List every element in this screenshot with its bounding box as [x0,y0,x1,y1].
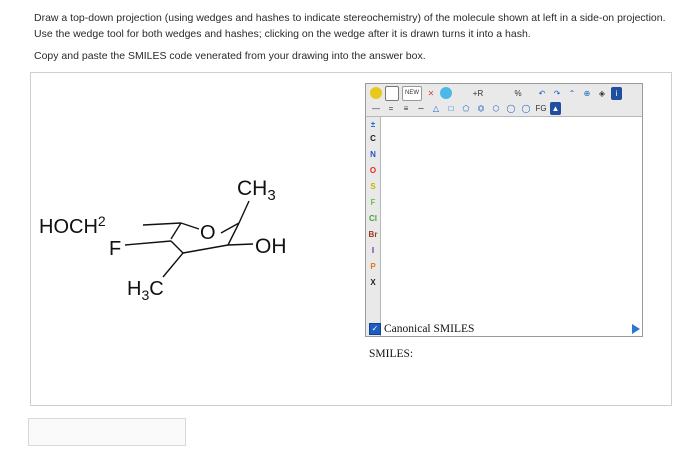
label-ch3: CH3 [237,177,276,204]
label-hoch2: HOCH2 [39,213,106,238]
chain-icon[interactable]: ⌃ [566,87,578,100]
single-bond-icon[interactable]: — [370,102,382,115]
bond-c1-o [180,222,200,230]
hexagon-ring-icon[interactable]: ⬡ [490,102,502,115]
new-button[interactable]: NEW [402,85,422,101]
zoom-icon[interactable]: ⊕ [581,87,593,100]
molecule-bonds [124,200,254,278]
atom-button-f[interactable]: F [368,197,378,209]
stereo-icon[interactable]: ▲ [550,101,561,115]
instructions-line-1: Draw a top-down projection (using wedges… [34,12,666,40]
smiley-icon[interactable] [370,87,382,99]
chain-bond-icon[interactable]: ∼ [415,102,427,115]
toolbar-row-1: NEW ✕ +R % ↶ ↷ ⌃ ⊕ ◈ i [370,85,622,101]
canonical-smiles-option[interactable]: ✓ Canonical SMILES [369,323,474,335]
atom-button-c[interactable]: C [368,133,378,145]
bond-c3-h3c [162,252,184,278]
charge-icon[interactable]: ± [368,119,378,131]
pentagon-ring-icon[interactable]: ⬠ [460,102,472,115]
work-area: CH3 HOCH2 F O OH H3C NEW ✕ +R % ↶ ↷ ⌃ ⊕ [30,72,672,406]
scroll-right-icon[interactable] [632,324,640,334]
atom-button-x[interactable]: X [368,277,378,289]
bond-c4-ch3 [238,200,250,224]
atom-button-cl[interactable]: Cl [368,213,378,225]
answer-box[interactable] [28,418,186,446]
label-ring-oxygen: O [200,222,216,244]
atom-button-s[interactable]: S [368,181,378,193]
clear-icon[interactable] [385,85,399,101]
label-h3c: H3C [127,278,164,303]
template-icon[interactable]: ◈ [596,87,608,100]
atom-button-br[interactable]: Br [368,229,378,241]
percent-button[interactable]: % [512,87,524,100]
editor-top-toolbar: NEW ✕ +R % ↶ ↷ ⌃ ⊕ ◈ i — = ≡ ∼ △ □ ⬠ ⏣ ⬡… [366,84,642,117]
bond-c4-ring [182,244,229,254]
label-oh: OH [255,235,287,258]
atom-button-i[interactable]: I [368,245,378,257]
blank-tool[interactable] [455,87,469,100]
bond-c1-down [170,222,182,240]
triple-bond-icon[interactable]: ≡ [400,102,412,115]
canonical-smiles-label: Canonical SMILES [384,323,475,335]
bond-ch2-c1 [142,222,182,226]
bond-f [124,240,172,246]
double-bond-icon[interactable]: = [385,102,397,115]
redo-icon[interactable]: ↷ [551,87,563,100]
fg-button[interactable]: FG [535,102,547,115]
move-icon[interactable] [440,87,452,99]
atom-button-n[interactable]: N [368,149,378,161]
octagon-ring-icon[interactable]: ◯ [520,102,532,115]
canonical-smiles-checkbox[interactable]: ✓ [369,323,381,335]
instructions: Draw a top-down projection (using wedges… [34,10,674,70]
bond-ring-c3 [170,240,184,254]
instructions-line-2: Copy and paste the SMILES code venerated… [34,50,426,62]
delete-icon[interactable]: ✕ [425,87,437,100]
atom-toolbar: ± C N O S F Cl Br I P X [366,117,381,336]
atom-button-o[interactable]: O [368,165,378,177]
square-ring-icon[interactable]: □ [445,102,457,115]
undo-icon[interactable]: ↶ [536,87,548,100]
molecule-drawing: CH3 HOCH2 F O OH H3C [39,177,287,303]
drawing-canvas[interactable] [381,117,642,336]
toolbar-row-2: — = ≡ ∼ △ □ ⬠ ⏣ ⬡ ◯ ◯ FG ▲ [370,101,561,115]
r-group-button[interactable]: +R [472,87,484,100]
smiles-label: SMILES: [369,348,414,360]
info-button[interactable]: i [611,86,622,100]
bond-oh [227,243,254,246]
triangle-ring-icon[interactable]: △ [430,102,442,115]
benzene-ring-icon[interactable]: ⏣ [475,102,487,115]
atom-button-p[interactable]: P [368,261,378,273]
heptagon-ring-icon[interactable]: ◯ [505,102,517,115]
structure-editor[interactable]: NEW ✕ +R % ↶ ↷ ⌃ ⊕ ◈ i — = ≡ ∼ △ □ ⬠ ⏣ ⬡… [365,83,643,337]
label-f: F [109,238,121,260]
